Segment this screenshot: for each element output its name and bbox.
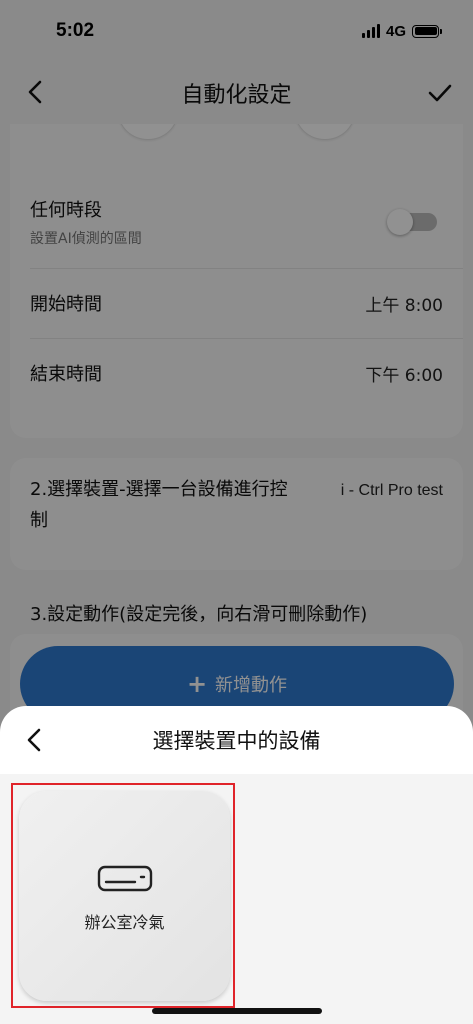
device-picker-sheet: 選擇裝置中的設備 辦公室冷氣 (0, 706, 473, 1024)
device-name: 辦公室冷氣 (84, 913, 165, 932)
air-conditioner-icon (97, 865, 152, 892)
sheet-header: 選擇裝置中的設備 (0, 706, 473, 774)
device-grid: 辦公室冷氣 (0, 774, 473, 1024)
sheet-title: 選擇裝置中的設備 (152, 729, 321, 753)
home-indicator[interactable] (152, 1008, 322, 1014)
back-arrow-icon[interactable] (22, 726, 48, 754)
device-tile-office-ac[interactable]: 辦公室冷氣 (19, 791, 230, 1001)
